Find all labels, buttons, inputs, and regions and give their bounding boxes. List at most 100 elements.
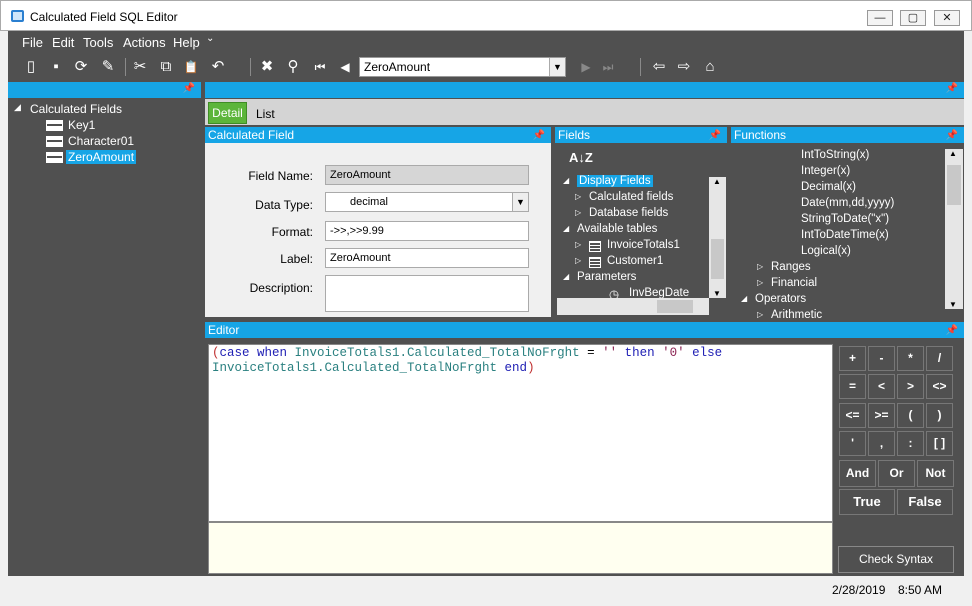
expand-arrow-icon[interactable]: ◢ bbox=[14, 102, 21, 113]
operator-key[interactable]: <= bbox=[839, 403, 866, 428]
operator-key[interactable]: ( bbox=[897, 403, 924, 428]
field-item-database-fields[interactable]: Database fields bbox=[589, 207, 668, 219]
expand-arrow-icon[interactable]: ▷ bbox=[575, 240, 581, 249]
menu-tools[interactable]: Tools bbox=[83, 35, 113, 50]
function-item-arithmetic[interactable]: Arithmetic bbox=[771, 309, 822, 321]
function-item-financial[interactable]: Financial bbox=[771, 277, 817, 289]
save-icon[interactable]: ▪ bbox=[46, 57, 66, 77]
true-button[interactable]: True bbox=[839, 489, 895, 515]
scroll-down-icon[interactable]: ▼ bbox=[713, 289, 721, 298]
field-item-display-fields[interactable]: Display Fields bbox=[577, 175, 653, 187]
function-item-decimal-x[interactable]: Decimal(x) bbox=[801, 181, 856, 193]
format-input[interactable]: ->>,>>9.99 bbox=[325, 221, 529, 241]
last-record-icon[interactable]: ⏭ bbox=[598, 57, 618, 77]
operator-key[interactable]: = bbox=[839, 374, 866, 399]
false-button[interactable]: False bbox=[897, 489, 953, 515]
menu-help[interactable]: Help bbox=[173, 35, 200, 50]
operator-key[interactable]: <> bbox=[926, 374, 953, 399]
copy-icon[interactable]: ⧉ bbox=[156, 57, 176, 77]
next-record-icon[interactable]: ▶ bbox=[576, 57, 596, 77]
function-item-logical-x[interactable]: Logical(x) bbox=[801, 245, 851, 257]
tree-item-zeroamount[interactable]: ZeroAmount bbox=[66, 150, 137, 164]
operator-key[interactable]: ' bbox=[839, 431, 866, 456]
record-combo[interactable]: ZeroAmount ▼ bbox=[359, 57, 566, 77]
scroll-up-icon[interactable]: ▲ bbox=[713, 177, 721, 186]
maximize-button[interactable]: ▢ bbox=[900, 10, 926, 26]
expand-arrow-icon[interactable]: ▷ bbox=[757, 310, 763, 319]
operator-key[interactable]: [ ] bbox=[926, 431, 953, 456]
new-icon[interactable]: ▯ bbox=[21, 57, 41, 77]
expand-arrow-icon[interactable]: ▷ bbox=[575, 208, 581, 217]
pin-icon[interactable]: 📌 bbox=[946, 128, 958, 144]
operator-key[interactable]: / bbox=[926, 346, 953, 371]
expand-arrow-icon[interactable]: ◢ bbox=[741, 294, 747, 303]
field-item-available-tables[interactable]: Available tables bbox=[577, 223, 657, 235]
field-item-customer1[interactable]: Customer1 bbox=[607, 255, 663, 267]
tree-item-key1[interactable]: Key1 bbox=[68, 118, 95, 132]
and-button[interactable]: And bbox=[839, 460, 876, 487]
find-icon[interactable]: ⚲ bbox=[283, 57, 303, 77]
expand-arrow-icon[interactable]: ▷ bbox=[757, 262, 763, 271]
back-icon[interactable]: ⇦ bbox=[649, 57, 669, 77]
data-type-select[interactable]: decimal ▼ bbox=[325, 192, 529, 212]
pin-icon[interactable]: 📌 bbox=[533, 128, 545, 144]
operator-key[interactable]: > bbox=[897, 374, 924, 399]
fields-vertical-scrollbar[interactable]: ▲ ▼ bbox=[709, 177, 726, 298]
function-item-inttodatetime-x[interactable]: IntToDateTime(x) bbox=[801, 229, 889, 241]
sql-code[interactable]: (case when InvoiceTotals1.Calculated_Tot… bbox=[212, 346, 722, 376]
field-name-input[interactable]: ZeroAmount bbox=[325, 165, 529, 185]
function-item-integer-x[interactable]: Integer(x) bbox=[801, 165, 850, 177]
clear-icon[interactable]: ✎ bbox=[98, 57, 118, 77]
menu-file[interactable]: File bbox=[22, 35, 43, 50]
expand-arrow-icon[interactable]: ▷ bbox=[757, 278, 763, 287]
operator-key[interactable]: < bbox=[868, 374, 895, 399]
label-input[interactable]: ZeroAmount bbox=[325, 248, 529, 268]
fields-horizontal-scrollbar[interactable] bbox=[557, 298, 709, 315]
operator-key[interactable]: >= bbox=[868, 403, 895, 428]
not-button[interactable]: Not bbox=[917, 460, 954, 487]
check-syntax-button[interactable]: Check Syntax bbox=[838, 546, 954, 573]
menu-actions[interactable]: Actions bbox=[123, 35, 166, 50]
tab-list[interactable]: List bbox=[256, 107, 275, 121]
operator-key[interactable]: ) bbox=[926, 403, 953, 428]
operator-key[interactable]: : bbox=[897, 431, 924, 456]
expand-arrow-icon[interactable]: ▷ bbox=[575, 256, 581, 265]
tree-root[interactable]: Calculated Fields bbox=[30, 102, 122, 116]
function-item-inttostring-x[interactable]: IntToString(x) bbox=[801, 149, 869, 161]
sort-icon[interactable]: A↓Z bbox=[569, 150, 593, 165]
first-record-icon[interactable]: ⏮ bbox=[310, 57, 330, 77]
expand-arrow-icon[interactable]: ◢ bbox=[563, 224, 569, 233]
cut-icon[interactable]: ✂ bbox=[130, 57, 150, 77]
tree-item-character01[interactable]: Character01 bbox=[68, 134, 134, 148]
expand-arrow-icon[interactable]: ◢ bbox=[563, 272, 569, 281]
or-button[interactable]: Or bbox=[878, 460, 915, 487]
function-item-operators[interactable]: Operators bbox=[755, 293, 806, 305]
undo-icon[interactable]: ↶ bbox=[208, 57, 228, 77]
pin-icon[interactable]: 📌 bbox=[183, 83, 195, 94]
close-button[interactable]: ✕ bbox=[934, 10, 960, 26]
field-item-calculated-fields[interactable]: Calculated fields bbox=[589, 191, 673, 203]
tab-detail[interactable]: Detail bbox=[208, 102, 247, 124]
function-item-date-mm-dd-yyyy[interactable]: Date(mm,dd,yyyy) bbox=[801, 197, 894, 209]
expand-arrow-icon[interactable]: ◢ bbox=[563, 176, 569, 185]
chevron-down-icon[interactable]: ▼ bbox=[512, 193, 528, 211]
function-item-ranges[interactable]: Ranges bbox=[771, 261, 811, 273]
scroll-down-icon[interactable]: ▼ bbox=[949, 300, 957, 309]
operator-key[interactable]: , bbox=[868, 431, 895, 456]
description-input[interactable] bbox=[325, 275, 529, 312]
pin-icon[interactable]: 📌 bbox=[709, 128, 721, 144]
sql-editor[interactable]: (case when InvoiceTotals1.Calculated_Tot… bbox=[208, 344, 833, 522]
scroll-up-icon[interactable]: ▲ bbox=[949, 149, 957, 158]
field-item-parameters[interactable]: Parameters bbox=[577, 271, 636, 283]
menu-overflow-icon[interactable]: ⌄ bbox=[206, 33, 214, 44]
prev-record-icon[interactable]: ◀ bbox=[335, 57, 355, 77]
expand-arrow-icon[interactable]: ▷ bbox=[575, 192, 581, 201]
forward-icon[interactable]: ⇨ bbox=[674, 57, 694, 77]
minimize-button[interactable]: — bbox=[867, 10, 893, 26]
pin-icon[interactable]: 📌 bbox=[946, 323, 958, 339]
operator-key[interactable]: - bbox=[868, 346, 895, 371]
field-item-invoicetotals1[interactable]: InvoiceTotals1 bbox=[607, 239, 680, 251]
paste-icon[interactable]: 📋 bbox=[181, 57, 201, 77]
pin-icon[interactable]: 📌 bbox=[946, 83, 958, 94]
refresh-icon[interactable]: ⟳ bbox=[71, 57, 91, 77]
